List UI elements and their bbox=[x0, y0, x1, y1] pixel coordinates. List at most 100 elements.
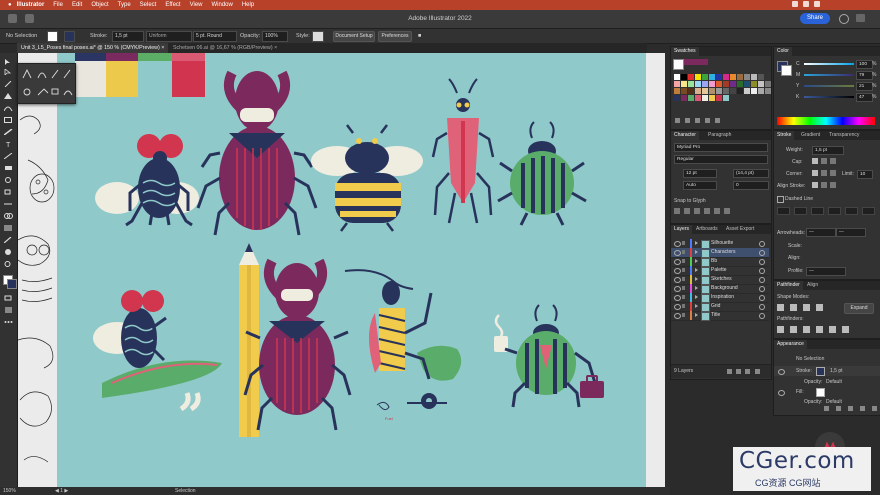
eyedropper-tool-icon[interactable] bbox=[4, 237, 13, 243]
gap-field[interactable] bbox=[794, 207, 807, 215]
dashed-line-checkbox[interactable] bbox=[777, 196, 784, 203]
tab-artboards[interactable]: Artboards bbox=[693, 225, 721, 234]
current-tool-status[interactable]: Selection bbox=[175, 488, 196, 494]
search-icon[interactable] bbox=[803, 1, 809, 7]
width-tool-icon[interactable] bbox=[4, 201, 13, 207]
layer-name[interactable]: Inspiration bbox=[711, 294, 734, 300]
shape-builder-tool-icon[interactable] bbox=[4, 213, 13, 219]
fill-color-swatch[interactable] bbox=[816, 388, 825, 397]
tab-swatches[interactable]: Swatches bbox=[671, 47, 699, 56]
target-icon[interactable] bbox=[759, 304, 765, 310]
menu-edit[interactable]: Edit bbox=[72, 2, 82, 8]
divide-icon[interactable] bbox=[777, 326, 784, 333]
layer-row-title[interactable]: Title bbox=[671, 311, 769, 321]
merge-icon[interactable] bbox=[803, 326, 810, 333]
visibility-icon[interactable] bbox=[674, 241, 681, 247]
new-sublayer-icon[interactable] bbox=[736, 369, 741, 374]
tab-stroke[interactable]: Stroke bbox=[774, 131, 795, 140]
round-join-icon[interactable] bbox=[821, 170, 827, 176]
surfing-fly-character[interactable] bbox=[93, 290, 222, 412]
menu-file[interactable]: File bbox=[53, 2, 63, 8]
more-options-icon[interactable]: ■ bbox=[418, 33, 421, 39]
stroke-color-swatch[interactable] bbox=[816, 367, 825, 376]
limit-input[interactable]: 10 bbox=[857, 170, 873, 179]
appearance-fill-opacity-label[interactable]: Opacity: bbox=[804, 399, 822, 405]
butt-cap-icon[interactable] bbox=[812, 158, 818, 164]
rotate-tool-icon[interactable] bbox=[4, 177, 13, 183]
arrowhead-start-select[interactable]: — bbox=[806, 228, 836, 237]
graphic-style-swatch[interactable] bbox=[312, 31, 324, 42]
panel-arrange-icon[interactable] bbox=[856, 14, 865, 22]
stroke-weight-input[interactable]: 1,5 pt bbox=[112, 31, 144, 42]
expand-icon[interactable] bbox=[695, 268, 698, 272]
curvature-tool-icon[interactable] bbox=[4, 105, 13, 111]
screen-mode-icon[interactable] bbox=[4, 307, 13, 313]
tab-schetsen-document[interactable]: Schetsen 06.ai @ 16,67 % (RGB/Preview) × bbox=[169, 43, 281, 53]
pen-tool-icon[interactable] bbox=[4, 93, 13, 99]
menu-effect[interactable]: Effect bbox=[165, 2, 180, 8]
brush-definition[interactable]: 5 pt. Round bbox=[193, 31, 237, 42]
bee-character[interactable] bbox=[311, 124, 423, 232]
gap-field[interactable] bbox=[862, 207, 875, 215]
snap-glyph-bounds-icon[interactable] bbox=[694, 208, 700, 214]
stag-beetle-character[interactable] bbox=[196, 70, 318, 236]
selection-tool-icon[interactable] bbox=[4, 59, 13, 65]
opacity-input[interactable]: 100% bbox=[262, 31, 288, 42]
eraser-tool-icon[interactable] bbox=[4, 165, 13, 171]
color-stroke-indicator[interactable] bbox=[781, 65, 792, 76]
line-tool-icon[interactable] bbox=[4, 153, 13, 159]
magic-wand-tool-icon[interactable] bbox=[4, 81, 13, 87]
fx-icon[interactable] bbox=[848, 406, 853, 411]
lock-icon[interactable] bbox=[682, 304, 685, 308]
layer-name[interactable]: Title bbox=[711, 312, 720, 318]
target-icon[interactable] bbox=[759, 313, 765, 319]
add-stroke-icon[interactable] bbox=[824, 406, 829, 411]
expand-icon[interactable] bbox=[695, 304, 698, 308]
snap-baseline-icon[interactable] bbox=[674, 208, 680, 214]
tab-pathfinder[interactable]: Pathfinder bbox=[774, 281, 803, 290]
layer-name[interactable]: Bb bbox=[711, 258, 717, 264]
document-setup-button[interactable]: Document Setup bbox=[333, 31, 375, 42]
visibility-icon[interactable] bbox=[674, 250, 681, 256]
visibility-icon[interactable] bbox=[778, 369, 785, 375]
font-family-input[interactable]: Myriad Pro bbox=[674, 143, 768, 152]
menu-view[interactable]: View bbox=[190, 2, 203, 8]
channel-c-slider[interactable] bbox=[804, 63, 854, 65]
delete-swatch-icon[interactable] bbox=[715, 118, 720, 123]
canvas-label-text[interactable]: Fuel bbox=[385, 416, 393, 421]
artboard-navigator[interactable]: ◀ 1 ▶ bbox=[55, 488, 68, 494]
tab-gradient[interactable]: Gradient bbox=[798, 131, 823, 140]
expand-icon[interactable] bbox=[695, 295, 698, 299]
type-tool-icon[interactable]: T bbox=[4, 141, 13, 147]
visibility-icon[interactable] bbox=[674, 268, 681, 274]
snap-anchor-icon[interactable] bbox=[724, 208, 730, 214]
target-icon[interactable] bbox=[759, 268, 765, 274]
visibility-icon[interactable] bbox=[674, 304, 681, 310]
trim-icon[interactable] bbox=[790, 326, 797, 333]
target-icon[interactable] bbox=[759, 241, 765, 247]
search-icon[interactable] bbox=[839, 14, 849, 24]
appearance-stroke-value[interactable]: 1,5 pt bbox=[830, 368, 843, 374]
visibility-icon[interactable] bbox=[674, 295, 681, 301]
visibility-icon[interactable] bbox=[674, 277, 681, 283]
snap-proximity-icon[interactable] bbox=[704, 208, 710, 214]
scooter-beetle-character[interactable]: Fuel bbox=[344, 269, 462, 421]
minus-back-icon[interactable] bbox=[842, 326, 849, 333]
preferences-button[interactable]: Preferences bbox=[378, 31, 412, 42]
stag-beetle-character-2[interactable] bbox=[243, 258, 352, 431]
stroke-weight-field[interactable]: 1,5 pt bbox=[812, 146, 844, 155]
pencil-illustration[interactable] bbox=[239, 243, 259, 437]
expand-icon[interactable] bbox=[695, 286, 698, 290]
outline-icon[interactable] bbox=[829, 326, 836, 333]
menu-select[interactable]: Select bbox=[140, 2, 157, 8]
fly-character[interactable] bbox=[95, 134, 199, 227]
close-icon[interactable]: × bbox=[161, 45, 164, 51]
business-beetle-character[interactable] bbox=[494, 304, 604, 408]
lock-icon[interactable] bbox=[682, 286, 685, 290]
layer-name[interactable]: Palette bbox=[711, 267, 727, 273]
dash-field[interactable] bbox=[777, 207, 790, 215]
kerning-input[interactable]: Auto bbox=[683, 181, 717, 190]
snap-xheight-icon[interactable] bbox=[684, 208, 690, 214]
lock-icon[interactable] bbox=[682, 313, 685, 317]
draw-mode-icon[interactable] bbox=[4, 295, 13, 301]
